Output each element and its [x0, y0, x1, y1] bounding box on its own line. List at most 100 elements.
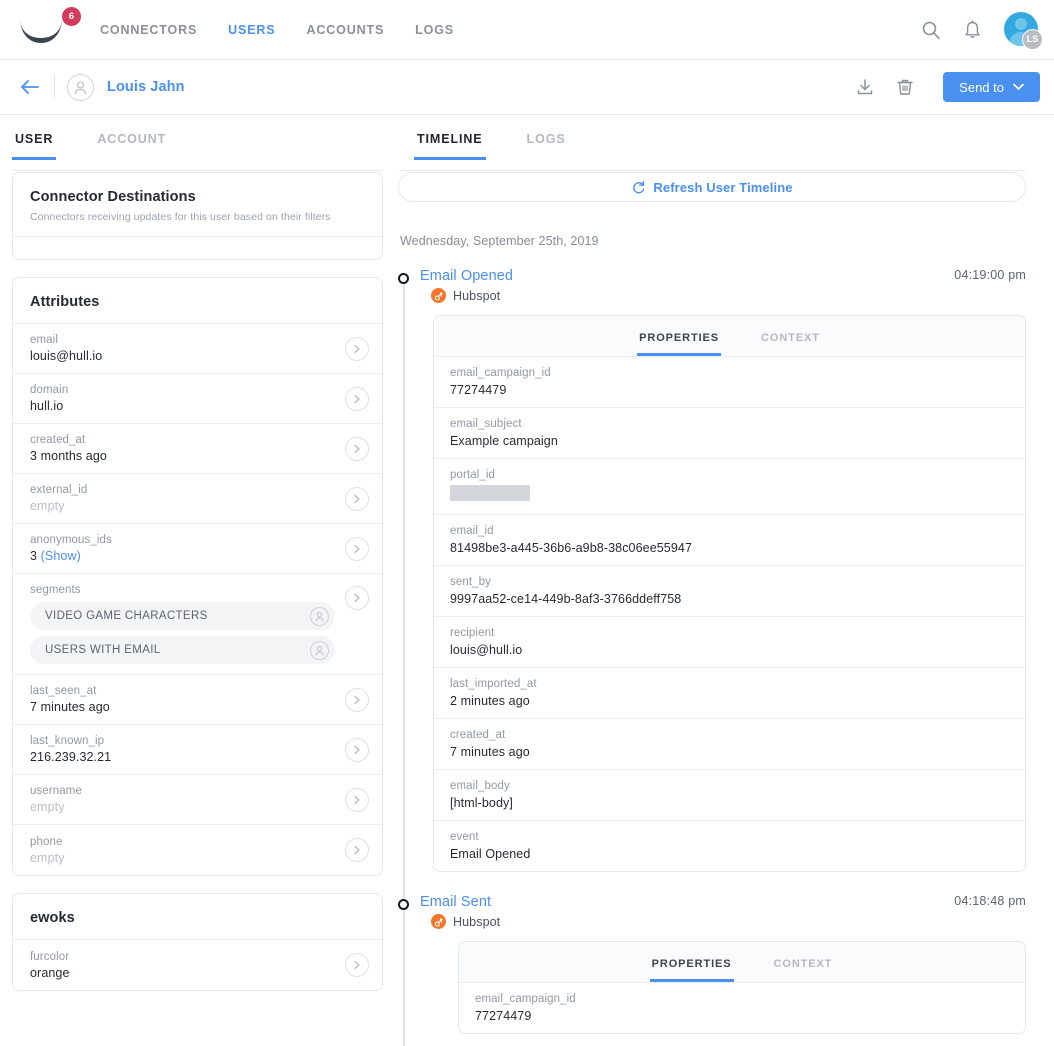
attribute-value: louis@hull.io	[30, 349, 103, 363]
tab-account[interactable]: ACCOUNT	[94, 132, 169, 160]
send-to-button[interactable]: Send to	[943, 72, 1040, 102]
nav-link-connectors[interactable]: CONNECTORS	[100, 23, 197, 37]
user-sidebar: Connector Destinations Connectors receiv…	[12, 160, 383, 1040]
event-tab-context[interactable]: CONTEXT	[772, 958, 835, 982]
segment-pill[interactable]: USERS WITH EMAIL	[30, 636, 335, 664]
bell-icon[interactable]	[963, 19, 982, 40]
nav-link-logs[interactable]: LOGS	[415, 23, 454, 37]
attribute-row-phone[interactable]: phone empty	[13, 825, 382, 875]
timeline-event-header: Email Sent 04:18:48 pm	[420, 894, 1026, 910]
hubspot-icon	[431, 288, 446, 303]
user-avatar-menu[interactable]: LS	[1004, 11, 1043, 50]
chevron-right-icon[interactable]	[345, 953, 369, 977]
right-tab-group: TIMELINE LOGS	[414, 115, 607, 160]
timeline-marker-icon	[398, 899, 409, 910]
attribute-row-email[interactable]: email louis@hull.io	[13, 324, 382, 374]
event-detail-card: PROPERTIES CONTEXT email_campaign_id 772…	[458, 941, 1026, 1034]
attribute-row-external-id[interactable]: external_id empty	[13, 474, 382, 524]
property-label: recipient	[450, 627, 495, 639]
chevron-right-icon[interactable]	[345, 737, 369, 762]
attribute-text: anonymous_ids 3 (Show)	[30, 534, 335, 563]
attribute-row-last-known-ip[interactable]: last_known_ip 216.239.32.21	[13, 725, 382, 775]
search-icon[interactable]	[921, 20, 941, 40]
property-label: event	[450, 831, 479, 843]
attribute-row-last-seen-at[interactable]: last_seen_at 7 minutes ago	[13, 675, 382, 725]
attribute-text: domain hull.io	[30, 384, 335, 413]
tab-timeline[interactable]: TIMELINE	[414, 132, 486, 160]
property-row: portal_id	[434, 459, 1025, 515]
attribute-row-segments[interactable]: segments VIDEO GAME CHARACTERS USERS WIT…	[13, 574, 382, 675]
property-label: email_body	[450, 780, 510, 792]
tab-logs[interactable]: LOGS	[524, 132, 569, 160]
property-row: email_subject Example campaign	[434, 408, 1025, 459]
timeline-vertical-line	[403, 276, 405, 1046]
chevron-right-icon[interactable]	[345, 586, 369, 610]
attribute-value: 216.239.32.21	[30, 750, 112, 764]
refresh-label: Refresh User Timeline	[653, 179, 793, 195]
redacted-value-block	[450, 485, 530, 501]
event-tab-properties[interactable]: PROPERTIES	[649, 958, 734, 982]
property-value: [html-body]	[450, 796, 513, 810]
attribute-label: last_seen_at	[30, 685, 97, 697]
ewoks-title: ewoks	[30, 910, 75, 926]
attribute-value: empty	[30, 800, 65, 814]
property-row: email_campaign_id 77274479	[434, 357, 1025, 408]
refresh-user-timeline-button[interactable]: Refresh User Timeline	[398, 172, 1026, 202]
segment-pill[interactable]: VIDEO GAME CHARACTERS	[30, 602, 335, 630]
attribute-text: external_id empty	[30, 484, 335, 513]
timeline-event-source-name: Hubspot	[453, 288, 501, 303]
chevron-right-icon[interactable]	[345, 436, 369, 461]
property-row: email_body [html-body]	[434, 770, 1025, 821]
nav-link-users[interactable]: USERS	[228, 23, 275, 37]
event-tab-properties[interactable]: PROPERTIES	[637, 332, 722, 356]
avatar-head-shape	[1015, 17, 1027, 30]
download-icon[interactable]	[855, 77, 875, 97]
connector-destinations-empty-body	[13, 237, 382, 259]
left-tab-group: USER ACCOUNT	[12, 115, 395, 160]
chevron-right-icon[interactable]	[345, 838, 369, 862]
attribute-row-anonymous-ids[interactable]: anonymous_ids 3 (Show)	[13, 524, 382, 574]
property-label: created_at	[450, 729, 506, 741]
tab-user[interactable]: USER	[12, 132, 57, 160]
attribute-text: phone empty	[30, 836, 335, 865]
chevron-right-icon[interactable]	[345, 687, 369, 712]
event-tab-context[interactable]: CONTEXT	[759, 332, 822, 356]
arrow-left-icon[interactable]	[12, 71, 48, 103]
user-subheader: Louis Jahn Send to	[0, 60, 1054, 115]
chevron-right-icon[interactable]	[345, 486, 369, 511]
timeline-date-header: Wednesday, September 25th, 2019	[400, 234, 599, 248]
property-value: Email Opened	[450, 847, 531, 861]
attribute-row-furcolor[interactable]: furcolor orange	[13, 940, 382, 990]
property-row: email_campaign_id 77274479	[459, 983, 1025, 1033]
nav-link-accounts[interactable]: ACCOUNTS	[307, 23, 385, 37]
timeline-event-title[interactable]: Email Opened	[420, 268, 513, 284]
attribute-row-domain[interactable]: domain hull.io	[13, 374, 382, 424]
app-logo[interactable]: 6	[18, 6, 81, 52]
property-label: portal_id	[450, 469, 496, 481]
chevron-right-icon[interactable]	[345, 336, 369, 361]
chevron-right-icon[interactable]	[345, 536, 369, 561]
attribute-row-created-at[interactable]: created_at 3 months ago	[13, 424, 382, 474]
ewoks-header: ewoks	[13, 894, 382, 940]
nav-right-actions: LS	[921, 11, 1043, 50]
event-tab-group: PROPERTIES CONTEXT	[434, 316, 1025, 357]
attribute-text: furcolor orange	[30, 951, 335, 980]
timeline-event-title[interactable]: Email Sent	[420, 894, 491, 910]
attribute-row-username[interactable]: username empty	[13, 775, 382, 825]
chevron-right-icon[interactable]	[345, 787, 369, 812]
attribute-label: last_known_ip	[30, 735, 105, 747]
main-content: Connector Destinations Connectors receiv…	[0, 160, 1054, 1046]
attribute-label: anonymous_ids	[30, 534, 112, 546]
show-anonymous-ids-link[interactable]: (Show)	[41, 549, 81, 563]
attribute-value: 7 minutes ago	[30, 700, 110, 714]
attribute-text: last_seen_at 7 minutes ago	[30, 685, 335, 714]
property-row: sent_by 9997aa52-ce14-449b-8af3-3766ddef…	[434, 566, 1025, 617]
property-label: last_imported_at	[450, 678, 537, 690]
chevron-right-icon[interactable]	[345, 386, 369, 411]
timeline-track: Email Opened 04:19:00 pm Hubspot PROPERT…	[398, 268, 1026, 1046]
attributes-header: Attributes	[13, 278, 382, 324]
subheader-actions: Send to	[855, 72, 1040, 102]
trash-icon[interactable]	[895, 77, 915, 97]
property-label: email_campaign_id	[475, 993, 576, 1005]
person-icon	[310, 606, 329, 626]
